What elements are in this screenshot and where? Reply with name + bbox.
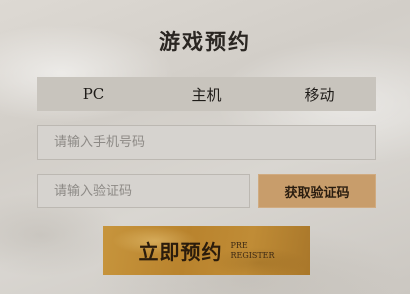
platform-tabs: PC 主机 移动 <box>37 77 376 111</box>
get-code-button[interactable]: 获取验证码 <box>258 174 376 208</box>
preregister-button[interactable]: 立即预约 PRE REGISTER <box>103 226 310 275</box>
preregister-panel: 游戏预约 PC 主机 移动 获取验证码 立即预约 PRE REGISTER <box>0 0 410 294</box>
phone-number-input[interactable] <box>37 125 376 160</box>
page-title: 游戏预约 <box>159 29 251 54</box>
preregister-sub-line1: PRE <box>230 240 248 250</box>
preregister-sublabel: PRE REGISTER <box>230 241 274 261</box>
tab-mobile[interactable]: 移动 <box>263 77 376 111</box>
preregister-sub-line2: REGISTER <box>230 250 275 260</box>
tab-console[interactable]: 主机 <box>150 77 263 111</box>
verification-code-input[interactable] <box>37 174 250 208</box>
tab-pc[interactable]: PC <box>37 77 150 111</box>
preregister-label: 立即预约 <box>138 240 223 264</box>
